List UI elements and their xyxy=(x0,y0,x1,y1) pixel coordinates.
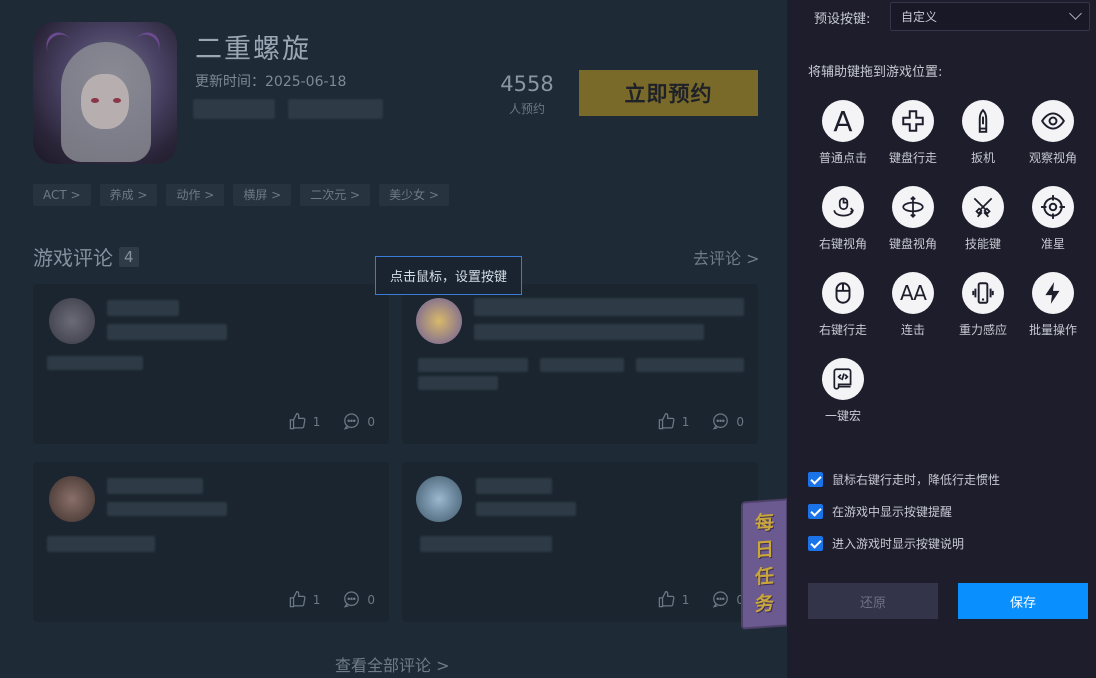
daily-task-badge[interactable]: 每 日 任 务 xyxy=(741,498,787,630)
mouse-icon xyxy=(822,272,864,314)
checkbox-checked[interactable] xyxy=(808,536,823,551)
phone-vibrate-icon xyxy=(962,272,1004,314)
dpad-icon xyxy=(892,100,934,142)
key-crosshair[interactable]: 准星 xyxy=(1018,186,1088,252)
preset-select[interactable]: 自定义 xyxy=(890,2,1090,31)
comments-count: 4 xyxy=(119,246,139,267)
comment-bubble-icon xyxy=(713,413,729,430)
update-time: 更新时间：2025-06-18 xyxy=(195,74,347,90)
comment-card: 1 0 xyxy=(402,284,758,444)
game-title: 二重螺旋 xyxy=(195,34,311,65)
drag-hint: 将辅助键拖到游戏位置: xyxy=(808,65,943,80)
mouse-rotate-icon xyxy=(822,186,864,228)
tag-beauty[interactable]: 美少女 > xyxy=(379,184,449,206)
reserve-button[interactable]: 立即预约 xyxy=(579,70,758,116)
key-normal-click[interactable]: A 普通点击 xyxy=(808,100,878,166)
bullet-icon xyxy=(962,100,1004,142)
comment-actions: 1 0 xyxy=(657,590,744,609)
comment-actions: 1 0 xyxy=(657,412,744,431)
blurred-text xyxy=(193,99,275,119)
swords-icon xyxy=(962,186,1004,228)
like-button[interactable]: 1 xyxy=(288,412,320,431)
reply-button[interactable]: 0 xyxy=(711,590,744,609)
key-gravity[interactable]: 重力感应 xyxy=(948,272,1018,338)
eye-icon xyxy=(1032,100,1074,142)
reply-button[interactable]: 0 xyxy=(342,590,375,609)
key-right-click-walk[interactable]: 右键行走 xyxy=(808,272,878,338)
chevron-down-icon xyxy=(1069,7,1082,20)
tag-landscape[interactable]: 横屏 > xyxy=(233,184,292,206)
thumbs-up-icon xyxy=(658,590,675,608)
comment-actions: 1 0 xyxy=(288,412,375,431)
key-grid: A 普通点击 键盘行走 扳机 观察视角 右键视角 键盘视角 技能键 准星 右键行… xyxy=(808,100,1088,424)
like-button[interactable]: 1 xyxy=(288,590,320,609)
preset-label: 预设按键: xyxy=(814,12,871,27)
game-detail-page: 二重螺旋 更新时间：2025-06-18 4558 人预约 立即预约 ACT >… xyxy=(0,0,787,678)
key-keyboard-walk[interactable]: 键盘行走 xyxy=(878,100,948,166)
reply-button[interactable]: 0 xyxy=(342,412,375,431)
crosshair-icon xyxy=(1032,186,1074,228)
letter-a-icon: A xyxy=(822,100,864,142)
comment-actions: 1 0 xyxy=(288,590,375,609)
tag-action[interactable]: 动作 > xyxy=(166,184,225,206)
comment-bubble-icon xyxy=(344,413,360,430)
checkbox-checked[interactable] xyxy=(808,504,823,519)
view-all-comments-link[interactable]: 查看全部评论 > xyxy=(335,652,450,676)
comment-bubble-icon xyxy=(713,591,729,608)
comments-title: 游戏评论 4 xyxy=(33,242,139,271)
comment-card: 1 0 xyxy=(33,284,389,444)
tag-act[interactable]: ACT > xyxy=(33,184,91,206)
lightning-icon xyxy=(1032,272,1074,314)
like-button[interactable]: 1 xyxy=(657,412,689,431)
option-reduce-inertia[interactable]: 鼠标右键行走时，降低行走惯性 xyxy=(808,471,1000,488)
thumbs-up-icon xyxy=(289,590,306,608)
checkbox-checked[interactable] xyxy=(808,472,823,487)
reserve-count: 4558 xyxy=(500,72,554,96)
key-mapping-panel: 预设按键: 自定义 将辅助键拖到游戏位置: A 普通点击 键盘行走 扳机 观察视… xyxy=(787,0,1096,678)
avatar xyxy=(49,298,95,344)
key-keyboard-view[interactable]: 键盘视角 xyxy=(878,186,948,252)
avatar xyxy=(416,476,462,522)
option-show-key-guide[interactable]: 进入游戏时显示按键说明 xyxy=(808,535,964,552)
script-icon xyxy=(822,358,864,400)
tag-anime[interactable]: 二次元 > xyxy=(300,184,371,206)
key-setting-tooltip: 点击鼠标，设置按键 xyxy=(375,256,522,295)
double-a-icon: AA xyxy=(892,272,934,314)
key-skill[interactable]: 技能键 xyxy=(948,186,1018,252)
key-trigger[interactable]: 扳机 xyxy=(948,100,1018,166)
like-button[interactable]: 1 xyxy=(657,590,689,609)
tag-list: ACT > 养成 > 动作 > 横屏 > 二次元 > 美少女 > xyxy=(33,184,449,206)
key-observe-view[interactable]: 观察视角 xyxy=(1018,100,1088,166)
tag-nurture[interactable]: 养成 > xyxy=(99,184,158,206)
avatar xyxy=(49,476,95,522)
key-batch[interactable]: 批量操作 xyxy=(1018,272,1088,338)
reply-button[interactable]: 0 xyxy=(711,412,744,431)
thumbs-up-icon xyxy=(289,412,306,430)
key-macro[interactable]: 一键宏 xyxy=(808,358,878,424)
game-cover-image xyxy=(33,22,177,164)
key-combo[interactable]: AA 连击 xyxy=(878,272,948,338)
go-comment-link[interactable]: 去评论 > xyxy=(693,245,760,269)
comment-bubble-icon xyxy=(344,591,360,608)
option-show-key-hint[interactable]: 在游戏中显示按键提醒 xyxy=(808,503,952,520)
comment-card: 1 0 xyxy=(402,462,758,622)
reserve-count-label: 人预约 xyxy=(508,102,545,116)
save-button[interactable]: 保存 xyxy=(958,583,1088,619)
avatar xyxy=(416,298,462,344)
thumbs-up-icon xyxy=(658,412,675,430)
key-right-click-view[interactable]: 右键视角 xyxy=(808,186,878,252)
blurred-text xyxy=(288,99,383,119)
comment-card: 1 0 xyxy=(33,462,389,622)
restore-button[interactable]: 还原 xyxy=(808,583,938,619)
rotate-icon xyxy=(892,186,934,228)
